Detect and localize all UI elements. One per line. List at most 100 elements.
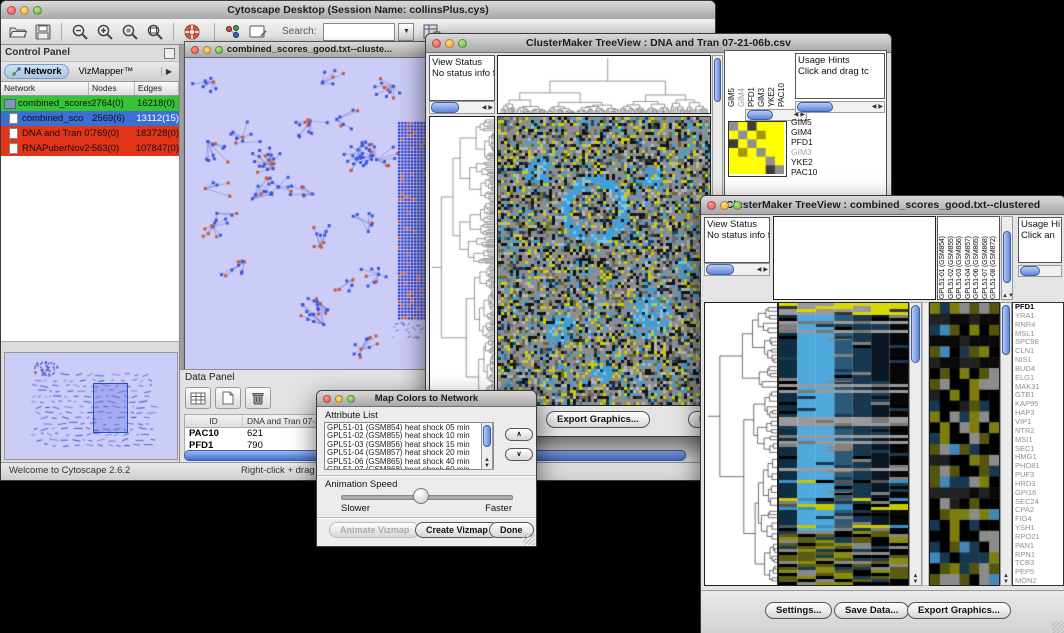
select-attributes-icon[interactable]: [185, 387, 211, 409]
network-frame-titlebar[interactable]: combined_scores_good.txt--cluste...: [185, 42, 434, 58]
array-labels-scrollbar[interactable]: ▲▼: [1001, 216, 1013, 300]
gene-label-pac10[interactable]: PAC10: [791, 167, 835, 177]
birdseye-canvas[interactable]: [5, 353, 175, 457]
scroll-thumb[interactable]: [714, 58, 721, 102]
minimize-icon[interactable]: [203, 46, 211, 54]
gene-label-yke2[interactable]: YKE2: [791, 157, 835, 167]
gene-label-gim5[interactable]: GIM5: [791, 117, 835, 127]
move-down-button[interactable]: ∨: [505, 448, 533, 461]
scroll-thumb[interactable]: [431, 102, 459, 113]
tab-vizmapper[interactable]: VizMapper™: [71, 65, 140, 78]
scroll-right-icon[interactable]: ▶: [877, 104, 884, 110]
create-vizmap-button[interactable]: Create Vizmap: [415, 522, 499, 538]
minimize-icon[interactable]: [335, 395, 343, 403]
close-icon[interactable]: [432, 39, 441, 48]
close-icon[interactable]: [191, 46, 199, 54]
network-row-rnapubernov2-i[interactable]: RNAPuberNov2+I563(0)107847(0): [1, 141, 179, 156]
new-attribute-icon[interactable]: [215, 387, 241, 409]
minimize-icon[interactable]: [20, 6, 29, 15]
resize-grip[interactable]: [523, 533, 535, 545]
zoom-window-icon[interactable]: [733, 201, 742, 210]
scroll-down-icon[interactable]: ▼: [484, 463, 490, 469]
scroll-down-icon[interactable]: ▼: [1003, 579, 1009, 585]
network-row-dna-and-tran-07[interactable]: DNA and Tran 07769(0)183728(0): [1, 126, 179, 141]
zoom-window-icon[interactable]: [33, 6, 42, 15]
search-dropdown-icon[interactable]: ▼: [398, 23, 414, 41]
gene-list-scrollbar[interactable]: ▲▼: [1000, 302, 1012, 586]
attribute-list[interactable]: GPL51-01 (GSM854) heat shock 05 minGPL51…: [324, 422, 494, 470]
col-edges[interactable]: Edges: [135, 82, 179, 95]
zoom-heatmap[interactable]: [929, 302, 1000, 586]
zoom-out-icon[interactable]: [69, 22, 91, 42]
heatmap-vertical-scrollbar[interactable]: ▲▼: [909, 302, 922, 586]
annotation-icon[interactable]: [247, 22, 269, 42]
birdseye-selection-rect[interactable]: [93, 383, 128, 433]
panel-divider[interactable]: [922, 302, 929, 586]
scroll-thumb[interactable]: [1002, 305, 1010, 355]
main-titlebar[interactable]: Cytoscape Desktop (Session Name: collins…: [1, 1, 715, 20]
scroll-thumb[interactable]: [706, 264, 734, 275]
treeview2-titlebar[interactable]: ClusterMaker TreeView : combined_scores_…: [701, 196, 1064, 215]
scroll-down-icon[interactable]: ▼: [913, 579, 919, 585]
view-status-scrollbar[interactable]: ◀▶: [704, 263, 770, 276]
view-status-scrollbar[interactable]: ◀▶: [429, 101, 495, 114]
gene-dendrogram[interactable]: [704, 302, 778, 586]
col-id[interactable]: ID: [185, 415, 243, 427]
close-icon[interactable]: [707, 201, 716, 210]
export-graphics--button[interactable]: Export Graphics...: [907, 602, 1011, 619]
scroll-thumb[interactable]: [747, 110, 773, 120]
scroll-thumb[interactable]: [1020, 266, 1040, 276]
float-panel-icon[interactable]: [164, 48, 175, 59]
gene-label-gim4[interactable]: GIM4: [791, 127, 835, 137]
network-view-canvas[interactable]: [185, 58, 432, 372]
close-icon[interactable]: [323, 395, 331, 403]
array-dendrogram[interactable]: [497, 55, 711, 114]
zoom-window-icon[interactable]: [458, 39, 467, 48]
zoom-in-icon[interactable]: [94, 22, 116, 42]
scroll-right-icon[interactable]: ▶: [762, 267, 769, 273]
scroll-thumb[interactable]: [797, 102, 833, 112]
scroll-left-icon[interactable]: ◀: [756, 267, 763, 273]
col-network[interactable]: Network: [1, 82, 89, 95]
minimize-icon[interactable]: [445, 39, 454, 48]
zoom-window-icon[interactable]: [215, 46, 223, 54]
save-icon[interactable]: [32, 22, 54, 42]
slider-thumb[interactable]: [413, 488, 429, 504]
scroll-right-icon[interactable]: ▶: [487, 105, 494, 111]
global-heatmap[interactable]: [778, 302, 909, 586]
attribute-item[interactable]: GPL51-07 (GSM868) heat shock 60 min: [327, 466, 491, 470]
export-graphics--button[interactable]: Export Graphics...: [546, 411, 650, 428]
zoom-heatmap[interactable]: [728, 121, 787, 177]
gene-label-mon2[interactable]: MON2: [1015, 577, 1063, 586]
window-controls[interactable]: [7, 6, 42, 15]
scroll-thumb[interactable]: [911, 305, 920, 363]
scroll-left-icon[interactable]: ◀: [871, 104, 878, 110]
zoom-selected-icon[interactable]: [119, 22, 141, 42]
tab-overflow-icon[interactable]: ▶: [161, 67, 176, 76]
gene-dendrogram[interactable]: [429, 116, 495, 406]
zoom-window-icon[interactable]: [347, 395, 355, 403]
animate-vizmap-button[interactable]: Animate Vizmap: [329, 522, 420, 538]
scroll-down-icon[interactable]: ▼: [1008, 293, 1014, 299]
zoom-fit-icon[interactable]: [144, 22, 166, 42]
attribute-list-scrollbar[interactable]: ▲▼: [481, 422, 493, 470]
global-heatmap[interactable]: [497, 116, 711, 406]
scroll-thumb[interactable]: [1003, 231, 1011, 283]
search-input[interactable]: [323, 23, 395, 41]
scroll-left-icon[interactable]: ◀: [481, 105, 488, 111]
close-icon[interactable]: [7, 6, 16, 15]
network-nodes-icon[interactable]: [222, 22, 244, 42]
usage-hints-scrollbar[interactable]: ◀▶: [795, 101, 885, 113]
help-lifesaver-icon[interactable]: [181, 22, 203, 42]
usage-hints-scrollbar[interactable]: [1018, 265, 1062, 277]
dialog-titlebar[interactable]: Map Colors to Network: [317, 391, 536, 407]
network-row-combined-sco[interactable]: combined_sco2569(6)13112(15): [1, 111, 179, 126]
open-folder-icon[interactable]: [7, 22, 29, 42]
birdseye-view[interactable]: [4, 352, 178, 460]
delete-attribute-icon[interactable]: [245, 387, 271, 409]
network-row-combined-scores[interactable]: combined_scores2764(0)16218(0): [1, 96, 179, 111]
col-nodes[interactable]: Nodes: [89, 82, 135, 95]
resize-grip[interactable]: [1052, 621, 1064, 633]
settings--button[interactable]: Settings...: [765, 602, 832, 619]
tab-network[interactable]: Network: [4, 64, 69, 79]
